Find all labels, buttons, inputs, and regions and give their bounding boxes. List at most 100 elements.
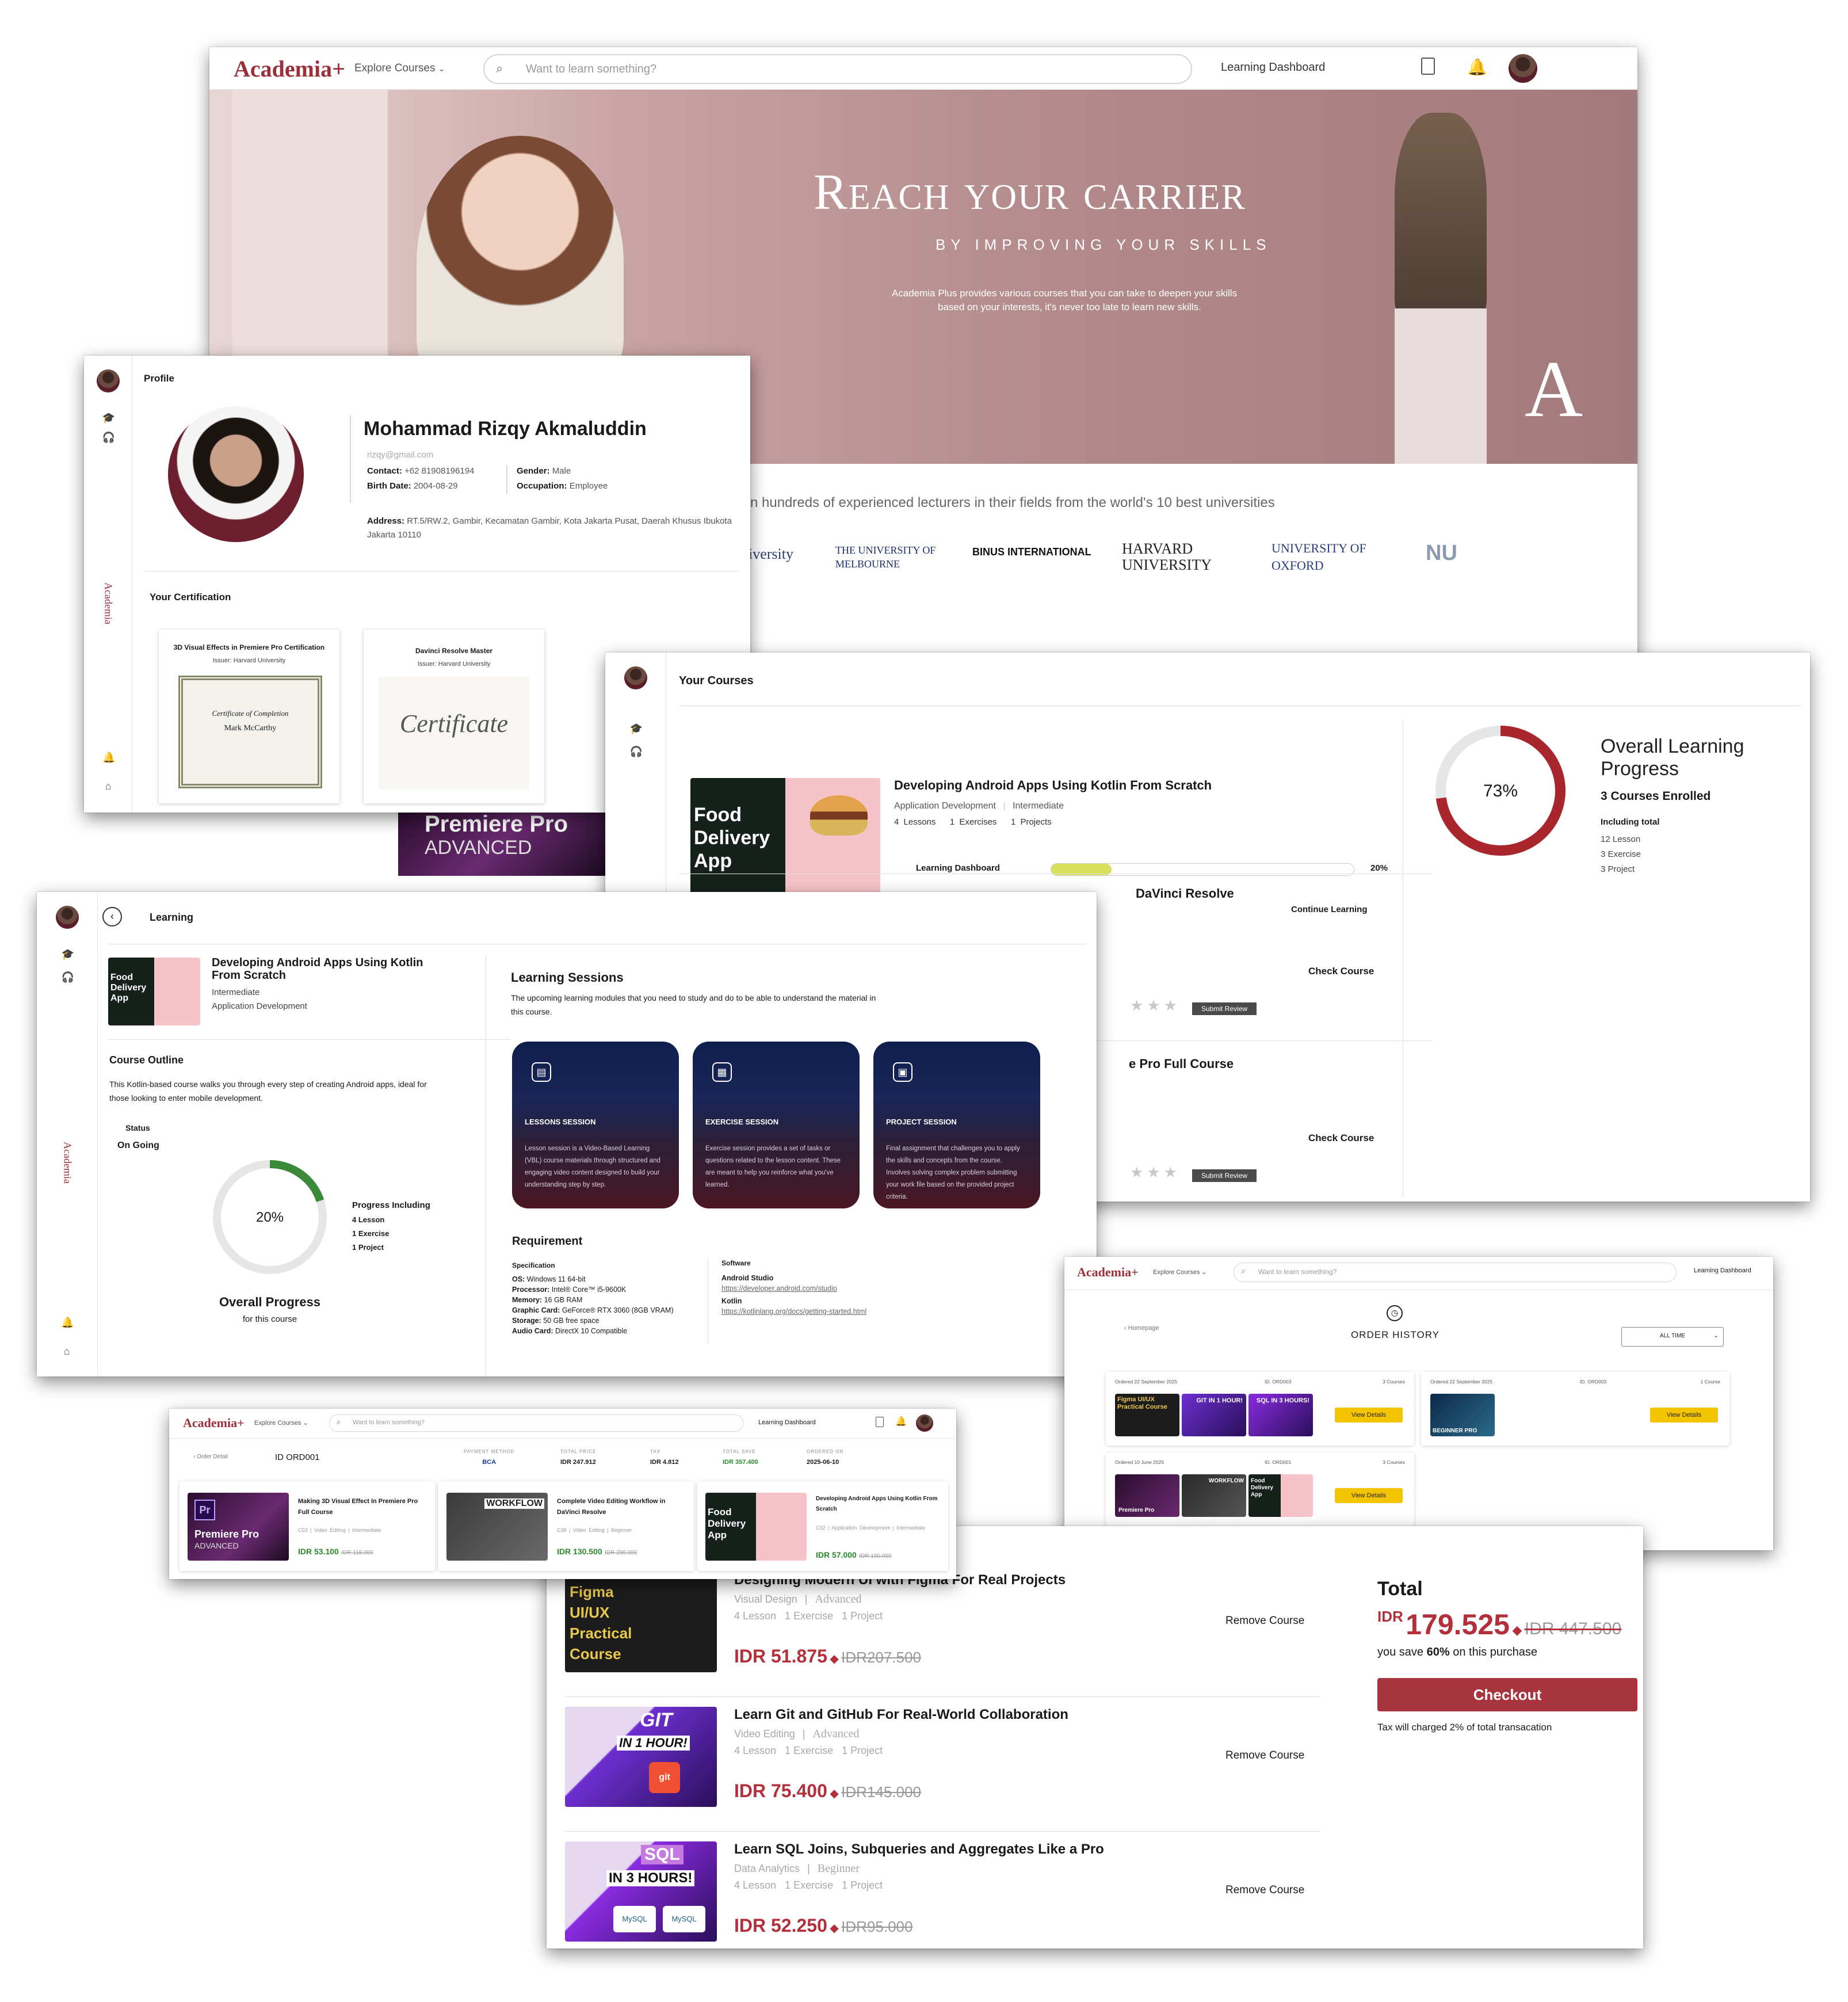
home-icon[interactable]: ⌂ bbox=[102, 781, 114, 791]
lessons-session-card[interactable]: ▤ LESSONS SESSION Lesson session is a Vi… bbox=[512, 1042, 679, 1208]
cert-card[interactable]: 3D Visual Effects in Premiere Pro Certif… bbox=[159, 630, 339, 803]
order-card[interactable]: Ordered 10 June 2025 ID. ORD001 3 Course… bbox=[1106, 1452, 1414, 1526]
thumb-text: BEGINNER PRO bbox=[1433, 1428, 1477, 1434]
explore-label: Explore Courses bbox=[1153, 1269, 1200, 1276]
order-thumb: Food Delivery App bbox=[1248, 1474, 1313, 1517]
home-icon[interactable]: ⌂ bbox=[61, 1346, 72, 1356]
bell-icon[interactable]: 🔔 bbox=[895, 1416, 907, 1427]
od-item-tags: C38 | Video Editing | Beginner bbox=[557, 1527, 632, 1533]
thumb-text: Food Delivery App bbox=[694, 804, 770, 872]
bell-icon[interactable]: 🔔 bbox=[1467, 58, 1487, 77]
search-bar[interactable]: ⌕ Want to learn something? bbox=[483, 54, 1192, 84]
landing-topbar: Academia+ Explore Courses ⌄ ⌕ Want to le… bbox=[209, 47, 1637, 90]
headset-icon[interactable]: 🎧 bbox=[630, 746, 643, 757]
cart-icon[interactable] bbox=[1421, 58, 1435, 75]
projects-count: 1 Projects bbox=[1010, 817, 1052, 827]
spec-value: 50 GB free space bbox=[543, 1317, 600, 1325]
pi-lesson: 4 Lesson bbox=[352, 1215, 385, 1224]
check-course-button[interactable]: Check Course bbox=[1308, 1132, 1374, 1144]
order-detail-item[interactable]: WORKFLOW Complete Video Editing Workflow… bbox=[438, 1481, 694, 1571]
save-prefix: you save bbox=[1377, 1646, 1424, 1658]
cart-icon[interactable] bbox=[876, 1417, 884, 1427]
view-details-button[interactable]: View Details bbox=[1335, 1488, 1403, 1503]
avatar[interactable] bbox=[916, 1414, 933, 1432]
order-date: Ordered 22 September 2025 bbox=[1115, 1379, 1178, 1385]
od-item-tags: C02 | Application Development | Intermed… bbox=[816, 1525, 926, 1531]
learning-dashboard-link[interactable]: Learning Dashboard bbox=[1694, 1267, 1751, 1274]
vase-shape bbox=[1395, 308, 1487, 464]
search-input[interactable]: Want to learn something? bbox=[526, 63, 656, 76]
bell-icon[interactable]: 🔔 bbox=[102, 752, 115, 762]
rating-stars[interactable]: ★★★ bbox=[1130, 997, 1181, 1015]
order-detail-item[interactable]: Food Delivery App Developing Android App… bbox=[697, 1481, 948, 1571]
hero-desc-1: Academia Plus provides various courses t… bbox=[892, 288, 1238, 299]
view-details-button[interactable]: View Details bbox=[1650, 1408, 1718, 1423]
birth-value: 2004-08-29 bbox=[413, 481, 458, 491]
thumb-subtext: IN 1 HOUR! bbox=[617, 1736, 690, 1751]
tag-divider: | bbox=[807, 1863, 810, 1874]
exercise-session-card[interactable]: ▦ EXERCISE SESSION Exercise session prov… bbox=[693, 1042, 860, 1208]
back-homepage-link[interactable]: ‹ Homepage bbox=[1124, 1325, 1159, 1332]
course-title-partial[interactable]: e Pro Full Course bbox=[1129, 1057, 1234, 1071]
cart-item-title[interactable]: Learn SQL Joins, Subqueries and Aggregat… bbox=[734, 1841, 1104, 1858]
time-filter-select[interactable]: ALL TIME ⌄ bbox=[1621, 1327, 1724, 1347]
profile-divider bbox=[350, 415, 351, 503]
search-input[interactable]: Want to learn something? bbox=[353, 1419, 425, 1426]
view-details-button[interactable]: View Details bbox=[1335, 1408, 1403, 1423]
search-input[interactable]: Want to learn something? bbox=[1258, 1268, 1337, 1276]
avatar[interactable] bbox=[55, 906, 79, 929]
avatar[interactable] bbox=[624, 666, 647, 689]
cert-title: 3D Visual Effects in Premiere Pro Certif… bbox=[173, 643, 325, 651]
graduation-cap-icon[interactable]: 🎓 bbox=[62, 949, 74, 959]
search-bar[interactable]: ⌕ Want to learn something? bbox=[1234, 1263, 1677, 1282]
order-card[interactable]: Ordered 22 September 2025 ID. ORD003 1 C… bbox=[1421, 1372, 1729, 1446]
software-2-link[interactable]: https://kotlinlang.org/docs/getting-star… bbox=[721, 1307, 866, 1315]
cart-item-title[interactable]: Learn Git and GitHub For Real-World Coll… bbox=[734, 1707, 1068, 1723]
avatar[interactable] bbox=[1509, 54, 1537, 83]
checkout-button[interactable]: Checkout bbox=[1377, 1678, 1637, 1711]
project-session-card[interactable]: ▣ PROJECT SESSION Final assignment that … bbox=[873, 1042, 1040, 1208]
remove-course-button[interactable]: Remove Course bbox=[1225, 1884, 1304, 1897]
cart-item-tags: Data Analytics | Beginner bbox=[734, 1862, 860, 1875]
profile-gender: Gender: Male bbox=[517, 466, 571, 476]
premiere-thumb-behind: Premiere Pro ADVANCED bbox=[398, 807, 605, 876]
od-item-price-row: IDR 53.100 IDR 118.000 bbox=[298, 1547, 373, 1557]
graduation-cap-icon[interactable]: 🎓 bbox=[102, 413, 115, 423]
course-title[interactable]: Developing Android Apps Using Kotlin Fro… bbox=[894, 778, 1212, 793]
learning-dashboard-link[interactable]: Learning Dashboard bbox=[758, 1419, 816, 1426]
submit-review-button[interactable]: Submit Review bbox=[1192, 1169, 1257, 1182]
learning-dashboard-link[interactable]: Learning Dashboard bbox=[1221, 61, 1325, 74]
remove-course-button[interactable]: Remove Course bbox=[1225, 1749, 1304, 1762]
total-old-price: IDR 447.500 bbox=[1524, 1619, 1622, 1638]
back-button[interactable]: ‹ bbox=[102, 907, 122, 926]
explore-courses-dropdown[interactable]: Explore Courses ⌄ bbox=[1153, 1268, 1207, 1276]
search-icon: ⌕ bbox=[337, 1417, 341, 1426]
submit-review-button[interactable]: Submit Review bbox=[1192, 1002, 1257, 1015]
software-1-link[interactable]: https://developer.android.com/studio bbox=[721, 1284, 837, 1292]
search-bar[interactable]: ⌕ Want to learn something? bbox=[329, 1414, 743, 1432]
headset-icon[interactable]: 🎧 bbox=[102, 432, 115, 443]
bell-icon[interactable]: 🔔 bbox=[61, 1317, 74, 1328]
order-id: ID. ORD001 bbox=[1265, 1459, 1292, 1465]
rating-stars[interactable]: ★★★ bbox=[1130, 1164, 1181, 1181]
remove-course-button[interactable]: Remove Course bbox=[1225, 1615, 1304, 1627]
order-detail-item[interactable]: Pr Premiere Pro ADVANCED Making 3D Visua… bbox=[180, 1481, 435, 1571]
brand-logo[interactable]: Academia+ bbox=[183, 1416, 245, 1431]
brand-logo[interactable]: Academia+ bbox=[234, 55, 345, 82]
profile-photo bbox=[168, 406, 304, 542]
explore-courses-dropdown[interactable]: Explore Courses ⌄ bbox=[354, 62, 445, 75]
spec-key: OS: bbox=[512, 1275, 525, 1283]
cert-card[interactable]: Davinci Resolve Master Issuer: Harvard U… bbox=[364, 630, 544, 803]
headset-icon[interactable]: 🎧 bbox=[62, 972, 74, 982]
explore-courses-dropdown[interactable]: Explore Courses ⌄ bbox=[254, 1419, 308, 1427]
order-card[interactable]: Ordered 22 September 2025 ID. ORD003 3 C… bbox=[1106, 1372, 1414, 1446]
thumb-subtext: ADVANCED bbox=[194, 1541, 239, 1550]
od-item-title: Making 3D Visual Effect In Premiere Pro … bbox=[298, 1498, 418, 1516]
brand-logo[interactable]: Academia+ bbox=[1077, 1265, 1139, 1280]
graduation-cap-icon[interactable]: 🎓 bbox=[630, 723, 643, 734]
course-title-partial[interactable]: DaVinci Resolve bbox=[1136, 886, 1234, 901]
payment-value: BCA bbox=[482, 1459, 497, 1466]
back-order-detail-link[interactable]: ‹ Order Detail bbox=[193, 1454, 228, 1460]
avatar[interactable] bbox=[96, 369, 120, 392]
check-course-button[interactable]: Check Course bbox=[1308, 966, 1374, 977]
